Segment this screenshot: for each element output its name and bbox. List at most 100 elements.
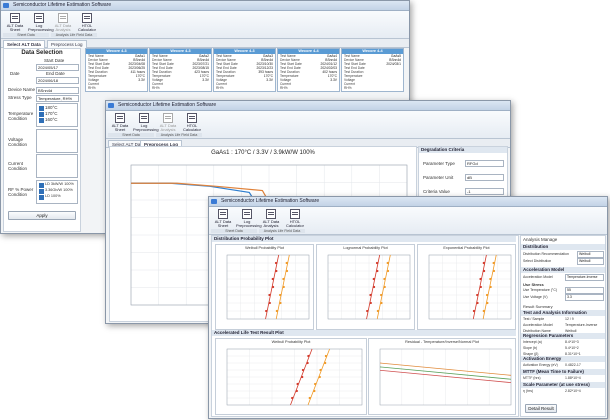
select-dist-dropdown[interactable]: Weibull	[577, 258, 604, 265]
end-date-input[interactable]: 2024/06/18	[36, 77, 79, 84]
data-point	[271, 277, 274, 281]
data-point	[285, 261, 288, 265]
distribution-section-title: Distribution Probability Plot	[212, 236, 516, 242]
window-title: Semiconductor Lifetime Estimation Softwa…	[221, 198, 320, 204]
distribution-head: Distribution	[521, 244, 605, 250]
alt-result-section-title: Accelerated Life Test Result Plot	[212, 330, 516, 336]
data-point	[492, 269, 496, 273]
data-point	[369, 293, 372, 297]
data-point	[482, 309, 485, 313]
checkbox[interactable]	[39, 106, 44, 111]
data-point	[324, 361, 327, 365]
htol-calculator-button[interactable]: HTOL Calculator	[76, 13, 98, 32]
checkbox[interactable]	[39, 189, 44, 194]
alt-analysis-button[interactable]: ALT Data Analysis	[260, 209, 282, 228]
log-preprocessing-button[interactable]: Log Preprocessing	[236, 209, 262, 228]
scale-head: Scale Parameter (at use stress)	[521, 382, 605, 388]
card-row: RH%	[86, 86, 147, 90]
data-point	[274, 261, 278, 265]
accel-model-head: Acceleration Model	[521, 267, 605, 273]
start-date-input[interactable]: 2024/05/17	[36, 64, 79, 71]
dist-recommend-value: Weibull	[577, 251, 604, 258]
test-card[interactable]: Wecore 4-3 Test Name GaAs2 Device Name BSnn4…	[149, 48, 212, 92]
analysis-plots-panel: Distribution Probability Plot Weibull Pr…	[211, 235, 519, 417]
data-point	[380, 301, 383, 305]
checkbox[interactable]	[39, 112, 44, 117]
device-name-select[interactable]: BSnn4d	[36, 87, 79, 94]
card-row: RH%	[214, 86, 275, 90]
data-point	[318, 375, 321, 379]
log-preprocessing-button[interactable]: Log Preprocessing	[28, 13, 54, 32]
tab-bar: Select ALT Data Preprocess Log	[1, 39, 409, 48]
result-key: Acceleration Model	[523, 323, 553, 327]
sheet-icon	[115, 113, 125, 123]
test-card[interactable]: Wecore 4-4 Test Name GaAs5 Device Name BSnn4…	[341, 48, 404, 92]
tab-select-alt[interactable]: Select ALT Data	[3, 40, 45, 48]
use-voltage-input[interactable]: 3.3	[565, 294, 604, 301]
log-preprocessing-button[interactable]: Log Preprocessing	[133, 113, 159, 132]
data-point	[295, 389, 298, 393]
alt-analysis-button[interactable]: ALT Data Analysis	[52, 13, 74, 32]
alt-analysis-button[interactable]: ALT Data Analysis	[157, 113, 179, 132]
param-type-select[interactable]: RFGd	[465, 160, 504, 167]
title-bar: Semiconductor Lifetime Estimation Softwa…	[1, 1, 409, 11]
alt-data-sheet-button[interactable]: ALT Data Sheet	[4, 13, 26, 32]
data-point	[291, 396, 294, 400]
voltage-list	[36, 129, 78, 153]
calculator-icon	[82, 13, 92, 23]
analysis-icon	[266, 209, 276, 219]
card-row: RH%	[278, 86, 339, 90]
result-key: Slope (b)	[523, 346, 538, 350]
apply-button[interactable]: Apply	[8, 211, 76, 220]
ribbon-group-sheet: Sheet Data	[3, 33, 49, 37]
rh-list: LD 3kW/W 100% 3.36Gb/W 100% LD 100%	[36, 180, 78, 204]
htol-calculator-button[interactable]: HTOL Calculator	[181, 113, 203, 132]
end-date-label: End Date	[46, 71, 65, 76]
data-point	[486, 301, 489, 305]
use-temp-input[interactable]: 55	[565, 287, 604, 294]
data-point	[275, 269, 278, 273]
select-dist-label: Select Distribution	[523, 259, 552, 263]
data-point	[313, 389, 316, 393]
test-card[interactable]: Wecore 4-4 Test Name GaAs4 Device Name BSnn4…	[277, 48, 340, 92]
data-point	[324, 354, 327, 358]
stress-type-select[interactable]: Temperature, RH%	[36, 95, 79, 102]
result-value: 8.4*10^3	[565, 340, 579, 344]
data-point	[375, 261, 379, 265]
data-point	[301, 375, 304, 379]
use-stress-head: Use Stress	[523, 282, 544, 287]
test-card[interactable]: Wecore 4-3 Test Name GaAs1 Device Name BSnn4…	[85, 48, 148, 92]
data-point	[472, 309, 476, 313]
htol-calculator-button[interactable]: HTOL Calculator	[284, 209, 306, 228]
criteria-input[interactable]: -1	[465, 188, 504, 195]
residual-plot	[379, 348, 512, 406]
analysis-icon	[163, 113, 173, 123]
data-point	[476, 301, 479, 305]
detail-result-button[interactable]: Detail Result	[525, 404, 557, 413]
rh-option: 3.36Gb/W 100%	[45, 188, 73, 192]
plot-title: Residual - Temperature/Inverse/Normal Pl…	[405, 340, 479, 344]
checkbox[interactable]	[39, 118, 44, 123]
alt-data-sheet-button[interactable]: ALT Data Sheet	[212, 209, 234, 228]
data-point	[492, 261, 495, 265]
result-value: 1.88*10^4	[565, 376, 581, 380]
tab-preprocess-log[interactable]: Preprocess Log	[47, 40, 87, 48]
alt-data-sheet-button[interactable]: ALT Data Sheet	[109, 113, 131, 132]
log-icon	[139, 113, 149, 123]
accel-model-dropdown[interactable]: Temperature-Inverse	[565, 274, 604, 281]
lognormal-plot-box: Lognormal Probability Plot	[316, 244, 415, 330]
checkbox[interactable]	[39, 183, 44, 188]
param-unit-select[interactable]: dB	[465, 174, 504, 181]
test-card[interactable]: Wecore 4-3 Test Name GaAs3 Device Name BSnn4…	[213, 48, 276, 92]
weibull-plot-box: Weibull Probability Plot	[215, 244, 314, 330]
checkbox[interactable]	[39, 195, 44, 200]
use-voltage-label: Use Voltage (V)	[523, 295, 548, 299]
data-point	[369, 301, 372, 305]
param-type-label: Parameter Type	[423, 161, 455, 166]
data-point	[285, 269, 289, 273]
data-point	[268, 293, 271, 297]
data-point	[383, 285, 386, 289]
result-key: Activation Energy (eV)	[523, 363, 558, 367]
alt-weibull-plot	[226, 348, 363, 406]
data-point	[296, 382, 299, 386]
